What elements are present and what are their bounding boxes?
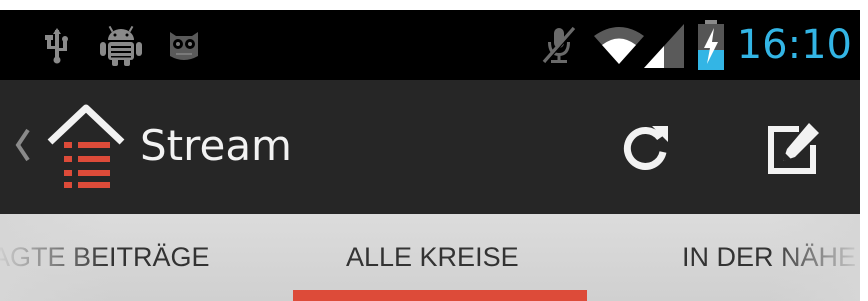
tab-nearby[interactable]: IN DER NÄHE bbox=[682, 238, 856, 276]
clock: 16:10 bbox=[736, 22, 852, 68]
owl-icon bbox=[166, 26, 202, 66]
action-bar: Stream bbox=[0, 80, 860, 214]
mute-icon bbox=[540, 24, 580, 70]
page-title: Stream bbox=[140, 121, 292, 170]
usb-icon bbox=[44, 28, 70, 68]
tab-all-circles[interactable]: ALLE KREISE bbox=[346, 238, 519, 276]
refresh-icon bbox=[618, 122, 672, 180]
selected-tab-indicator bbox=[293, 290, 587, 301]
home-stream-icon[interactable] bbox=[46, 102, 126, 194]
tab-bar: AGTE BEITRÄGE ALLE KREISE IN DER NÄHE bbox=[0, 214, 860, 301]
battery-charging-icon bbox=[696, 20, 726, 74]
up-chevron-icon[interactable] bbox=[14, 128, 32, 166]
tab-saved-posts[interactable]: AGTE BEITRÄGE bbox=[0, 238, 210, 276]
signal-icon bbox=[644, 24, 686, 72]
refresh-button[interactable] bbox=[612, 118, 678, 184]
status-bar: 16:10 bbox=[0, 10, 860, 80]
compose-icon bbox=[763, 119, 823, 183]
wifi-icon bbox=[592, 24, 646, 70]
android-debug-icon bbox=[98, 24, 144, 70]
compose-button[interactable] bbox=[760, 118, 826, 184]
app-screen: 16:10 Stream AGTE BEITRÄGE ALLE KREISE I… bbox=[0, 0, 868, 301]
